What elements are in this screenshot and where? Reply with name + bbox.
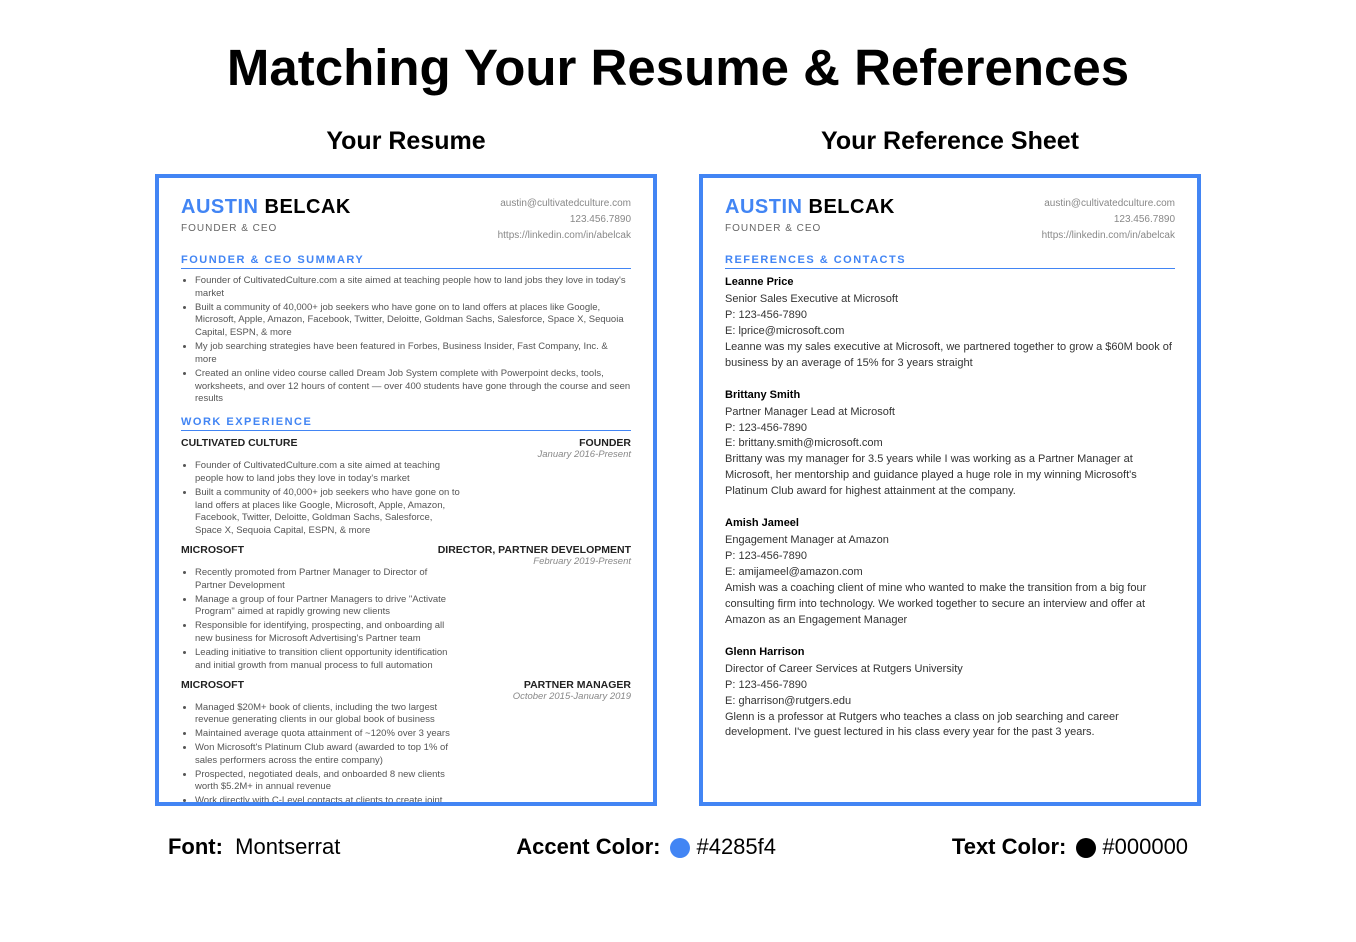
job-bullets: Managed $20M+ book of clients, including…: [181, 702, 461, 807]
ref-desc: Amish was a coaching client of mine who …: [725, 581, 1175, 629]
summary-item: Built a community of 40,000+ job seekers…: [195, 302, 631, 340]
reference-document: AUSTIN BELCAK FOUNDER & CEO austin@culti…: [699, 174, 1201, 806]
ref-phone: P: 123-456-7890: [725, 678, 1175, 694]
text-color-info: Text Color:#000000: [952, 834, 1188, 860]
ref-name: Glenn Harrison: [725, 645, 1175, 661]
ref-name: Amish Jameel: [725, 516, 1175, 532]
job-date: February 2019-Present: [438, 556, 631, 567]
job-bullet: Prospected, negotiated deals, and onboar…: [195, 769, 461, 795]
references-heading: REFERENCES & CONTACTS: [725, 254, 1175, 269]
job-bullets: Recently promoted from Partner Manager t…: [181, 567, 461, 673]
ref-email: E: lprice@microsoft.com: [725, 324, 1175, 340]
reference-column-title: Your Reference Sheet: [699, 127, 1201, 156]
job-bullet: Maintained average quota attainment of ~…: [195, 728, 461, 741]
ref-title: Partner Manager Lead at Microsoft: [725, 405, 1175, 421]
job-bullet: Managed $20M+ book of clients, including…: [195, 702, 461, 728]
reference-entry: Leanne PriceSenior Sales Executive at Mi…: [725, 275, 1175, 372]
job-date: October 2015-January 2019: [513, 691, 631, 702]
ref-title: Director of Career Services at Rutgers U…: [725, 662, 1175, 678]
person-title: FOUNDER & CEO: [725, 223, 895, 234]
ref-email: E: brittany.smith@microsoft.com: [725, 436, 1175, 452]
ref-desc: Glenn is a professor at Rutgers who teac…: [725, 710, 1175, 742]
job-bullet: Founder of CultivatedCulture.com a site …: [195, 460, 461, 486]
person-name: AUSTIN BELCAK: [725, 196, 895, 219]
style-footer: Font: Montserrat Accent Color:#4285f4 Te…: [0, 834, 1356, 860]
job-bullet: Built a community of 40,000+ job seekers…: [195, 487, 461, 538]
job-company: MICROSOFT: [181, 544, 244, 567]
ref-desc: Brittany was my manager for 3.5 years wh…: [725, 452, 1175, 500]
person-name: AUSTIN BELCAK: [181, 196, 351, 219]
page-title: Matching Your Resume & References: [0, 38, 1356, 97]
ref-phone: P: 123-456-7890: [725, 308, 1175, 324]
ref-phone: P: 123-456-7890: [725, 549, 1175, 565]
job-role: PARTNER MANAGER: [513, 679, 631, 691]
references-list: Leanne PriceSenior Sales Executive at Mi…: [725, 275, 1175, 741]
ref-email: E: gharrison@rutgers.edu: [725, 694, 1175, 710]
reference-entry: Amish JameelEngagement Manager at Amazon…: [725, 516, 1175, 629]
text-swatch-icon: [1076, 838, 1096, 858]
job-bullet: Recently promoted from Partner Manager t…: [195, 567, 461, 593]
summary-item: Created an online video course called Dr…: [195, 368, 631, 406]
summary-item: My job searching strategies have been fe…: [195, 341, 631, 367]
resume-document: AUSTIN BELCAK FOUNDER & CEO austin@culti…: [155, 174, 657, 806]
reference-entry: Glenn HarrisonDirector of Career Service…: [725, 645, 1175, 742]
job-role: DIRECTOR, PARTNER DEVELOPMENT: [438, 544, 631, 556]
job-bullets: Founder of CultivatedCulture.com a site …: [181, 460, 461, 538]
resume-column-title: Your Resume: [155, 127, 657, 156]
job-role: FOUNDER: [538, 437, 631, 449]
job-date: January 2016-Present: [538, 449, 631, 460]
contact-block: austin@cultivatedculture.com 123.456.789…: [498, 196, 631, 244]
summary-item: Founder of CultivatedCulture.com a site …: [195, 275, 631, 301]
ref-email: E: amijameel@amazon.com: [725, 565, 1175, 581]
contact-block: austin@cultivatedculture.com 123.456.789…: [1042, 196, 1175, 244]
reference-entry: Brittany SmithPartner Manager Lead at Mi…: [725, 388, 1175, 501]
person-title: FOUNDER & CEO: [181, 223, 351, 234]
job-bullet: Won Microsoft's Platinum Club award (awa…: [195, 742, 461, 768]
jobs-section: CULTIVATED CULTURE FOUNDERJanuary 2016-Pr…: [181, 437, 631, 806]
summary-heading: FOUNDER & CEO SUMMARY: [181, 254, 631, 269]
job-company: CULTIVATED CULTURE: [181, 437, 297, 460]
ref-phone: P: 123-456-7890: [725, 421, 1175, 437]
ref-name: Leanne Price: [725, 275, 1175, 291]
font-info: Font: Montserrat: [168, 834, 340, 860]
summary-list: Founder of CultivatedCulture.com a site …: [181, 275, 631, 406]
job-bullet: Leading initiative to transition client …: [195, 647, 461, 673]
ref-name: Brittany Smith: [725, 388, 1175, 404]
job-bullet: Manage a group of four Partner Managers …: [195, 594, 461, 620]
ref-title: Engagement Manager at Amazon: [725, 533, 1175, 549]
ref-desc: Leanne was my sales executive at Microso…: [725, 340, 1175, 372]
ref-title: Senior Sales Executive at Microsoft: [725, 292, 1175, 308]
job-bullet: Work directly with C-Level contacts at c…: [195, 795, 461, 806]
work-heading: WORK EXPERIENCE: [181, 416, 631, 431]
job-company: MICROSOFT: [181, 679, 244, 702]
accent-color-info: Accent Color:#4285f4: [516, 834, 776, 860]
accent-swatch-icon: [670, 838, 690, 858]
job-bullet: Responsible for identifying, prospecting…: [195, 620, 461, 646]
